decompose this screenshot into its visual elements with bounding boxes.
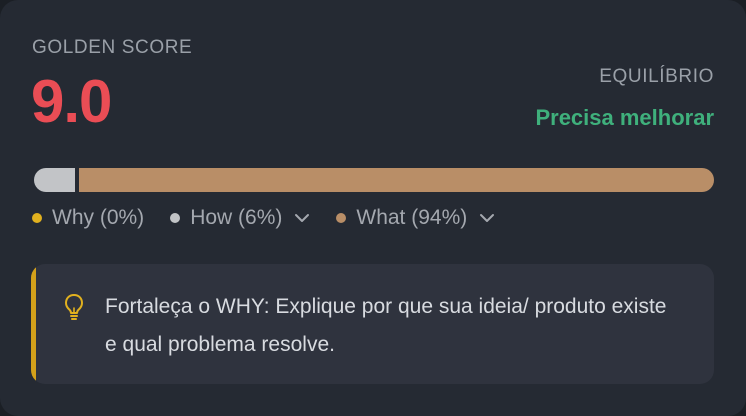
tip-accent-bar [31, 264, 36, 384]
legend-item-why: Why (0%) [32, 206, 144, 230]
score-value: 9.0 [31, 68, 112, 135]
legend-label-how: How (6%) [190, 206, 283, 229]
bar-segment-how [34, 168, 75, 192]
golden-score-card: GOLDEN SCORE 9.0 EQUILÍBRIO Precisa melh… [0, 0, 746, 416]
lightbulb-icon [61, 292, 87, 322]
chevron-down-icon[interactable] [479, 213, 495, 223]
distribution-bar [34, 168, 714, 192]
balance-status: Precisa melhorar [535, 105, 714, 130]
bar-segment-what [74, 168, 714, 192]
legend-label-why: Why (0%) [52, 206, 145, 229]
legend-label-what: What (94%) [356, 206, 468, 229]
chevron-down-icon[interactable] [294, 213, 310, 223]
tip-box: Fortaleça o WHY: Explique por que sua id… [31, 264, 714, 384]
why-dot-icon [32, 213, 42, 223]
legend-item-what[interactable]: What (94%) [336, 206, 495, 230]
what-dot-icon [336, 213, 347, 223]
tip-text: Fortaleça o WHY: Explique por que sua id… [105, 295, 667, 356]
score-label: GOLDEN SCORE [32, 37, 193, 58]
balance-label: EQUILÍBRIO [599, 66, 714, 87]
distribution-legend: Why (0%) How (6%) What (94%) [32, 204, 521, 232]
legend-item-how[interactable]: How (6%) [170, 206, 310, 230]
how-dot-icon [170, 213, 181, 223]
